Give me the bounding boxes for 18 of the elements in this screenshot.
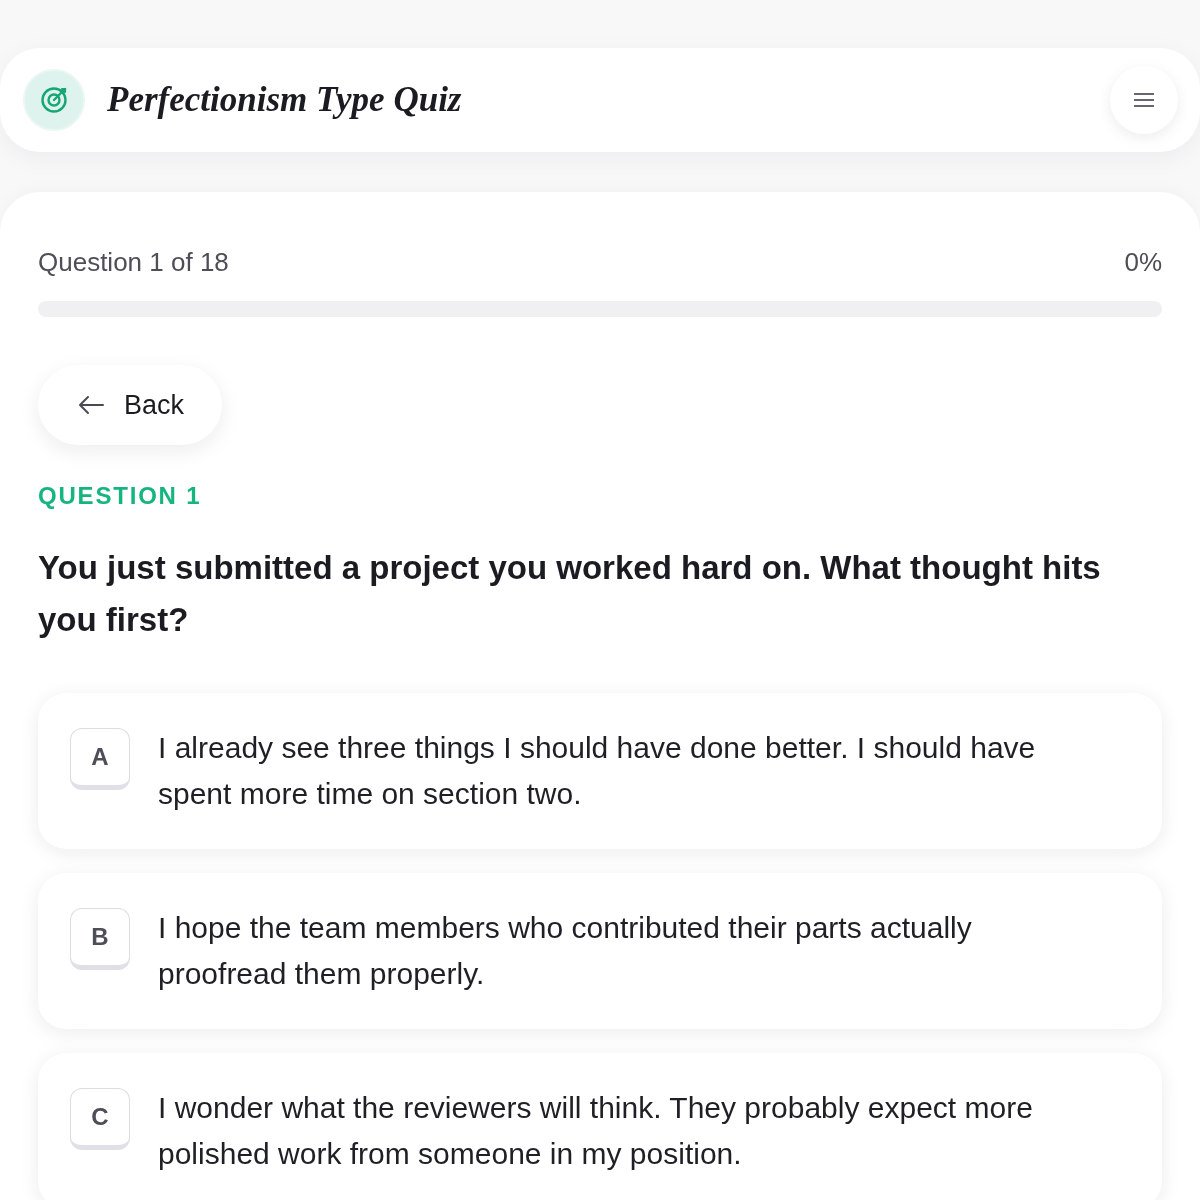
question-number: QUESTION 1 <box>38 481 202 511</box>
option-letter: C <box>70 1088 130 1150</box>
target-icon <box>23 69 85 131</box>
option-text: I already see three things I should have done better. I should have spent more time on section two. <box>158 730 1037 812</box>
option-text: I hope the team members who contributed their parts actually proofread them properly. <box>158 910 973 992</box>
question-text: You just submitted a project you worked hard on. What thought hits you first? <box>38 548 1102 640</box>
answer-option[interactable]: A I already see three things I should have done better. I should have spent more time on section two. <box>38 693 1162 849</box>
option-text: I wonder what the reviewers will think. They probably expect more polished work from someone in my position. <box>158 1090 1034 1172</box>
option-letter: A <box>70 728 130 790</box>
option-letter: B <box>70 908 130 970</box>
answer-option[interactable]: B I hope the team members who contributed their parts actually proofread them properly. <box>38 873 1162 1029</box>
arrow-left-icon <box>78 395 104 415</box>
progress-percent: 0% <box>1124 246 1162 279</box>
progress-label: Question 1 of 18 <box>38 246 229 279</box>
answer-option[interactable]: C I wonder what the reviewers will think. They probably expect more polished work from someone in my position. <box>38 1053 1162 1200</box>
app-title: Perfectionism Type Quiz <box>107 80 462 120</box>
back-button[interactable]: Back <box>38 365 223 445</box>
menu-icon <box>1134 92 1154 108</box>
